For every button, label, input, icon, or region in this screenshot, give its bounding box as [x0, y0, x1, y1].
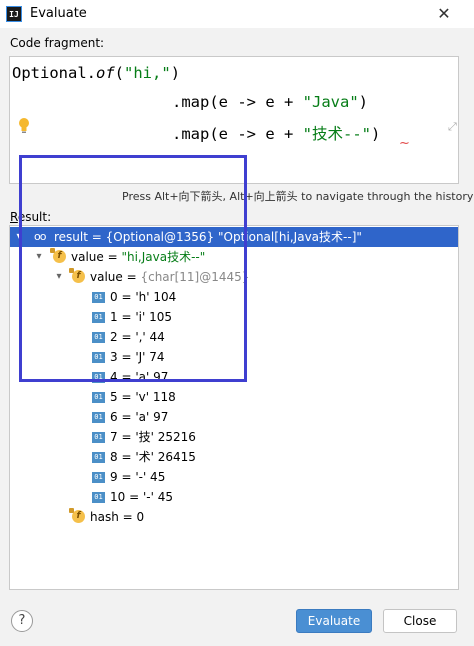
primitive-icon: 01 — [92, 412, 105, 423]
array-item-label: 5 = 'v' 118 — [110, 390, 176, 404]
array-item-row[interactable]: 01 6 = 'a' 97 — [10, 407, 458, 427]
primitive-icon: 01 — [92, 492, 105, 503]
array-item-row[interactable]: 01 8 = '术' 26415 — [10, 447, 458, 467]
array-item-row[interactable]: 01 2 = ',' 44 — [10, 327, 458, 347]
lock-icon — [50, 248, 55, 253]
array-item-label: 7 = '技' 25216 — [110, 430, 196, 444]
array-item-label: 6 = 'a' 97 — [110, 410, 169, 424]
primitive-icon: 01 — [92, 332, 105, 343]
window-close-icon[interactable]: ✕ — [432, 2, 456, 26]
root-value-label: result = {Optional@1356} "Optional[hi,Ja… — [54, 230, 362, 244]
history-hint: Press Alt+向下箭头, Alt+向上箭头 to navigate thr… — [122, 190, 474, 203]
array-field-label: value = {char[11]@1445} — [90, 270, 250, 284]
array-item-label: 0 = 'h' 104 — [110, 290, 177, 304]
title-bar: IJ Evaluate ✕ — [0, 0, 474, 28]
array-item-row[interactable]: 01 3 = 'J' 74 — [10, 347, 458, 367]
intellij-app-icon: IJ — [6, 6, 22, 22]
array-item-row[interactable]: 01 4 = 'a' 97 — [10, 367, 458, 387]
tree-row-value-string[interactable]: ▾ f value = "hi,Java技术--" — [10, 247, 458, 267]
array-item-row[interactable]: 01 1 = 'i' 105 — [10, 307, 458, 327]
lock-icon — [69, 508, 74, 513]
array-item-label: 8 = '术' 26415 — [110, 450, 196, 464]
primitive-icon: 01 — [92, 292, 105, 303]
primitive-icon: 01 — [92, 352, 105, 363]
code-line-2: .map(e -> e + "Java") — [172, 93, 368, 111]
tree-row-value-array[interactable]: ▾ f value = {char[11]@1445} — [10, 267, 458, 287]
primitive-icon: 01 — [92, 432, 105, 443]
code-line-3: .map(e -> e + "技术--") — [172, 125, 381, 143]
array-item-row[interactable]: 01 0 = 'h' 104 — [10, 287, 458, 307]
lightbulb-icon[interactable] — [17, 117, 31, 135]
collapse-arrow-icon[interactable]: ▾ — [54, 267, 64, 287]
array-item-row[interactable]: 01 9 = '-' 45 — [10, 467, 458, 487]
error-squiggle-icon: ~ — [399, 136, 410, 151]
primitive-icon: 01 — [92, 392, 105, 403]
array-item-label: 4 = 'a' 97 — [110, 370, 169, 384]
result-tree[interactable]: ▾ oo result = {Optional@1356} "Optional[… — [9, 225, 459, 590]
window-title: Evaluate — [30, 6, 87, 21]
watch-glasses-icon: oo — [34, 230, 47, 243]
tree-row-hash[interactable]: f hash = 0 — [10, 507, 458, 527]
array-item-row[interactable]: 01 7 = '技' 25216 — [10, 427, 458, 447]
field-icon: f — [69, 508, 85, 523]
help-button[interactable]: ? — [11, 610, 33, 632]
code-fragment-label: Code fragment: — [10, 36, 105, 50]
primitive-icon: 01 — [92, 452, 105, 463]
lock-icon — [69, 268, 74, 273]
collapse-arrow-icon[interactable]: ▾ — [34, 247, 44, 267]
field-icon: f — [69, 268, 85, 283]
array-item-row[interactable]: 01 5 = 'v' 118 — [10, 387, 458, 407]
array-item-row[interactable]: 01 10 = '-' 45 — [10, 487, 458, 507]
collapse-arrow-icon[interactable]: ▾ — [14, 227, 24, 247]
code-editor[interactable]: Optional.of("hi,") .map(e -> e + "Java")… — [9, 56, 459, 184]
evaluate-button[interactable]: Evaluate — [296, 609, 372, 633]
code-line-1: Optional.of("hi,") — [12, 64, 181, 82]
array-item-label: 2 = ',' 44 — [110, 330, 165, 344]
tree-row-root[interactable]: ▾ oo result = {Optional@1356} "Optional[… — [10, 227, 458, 247]
expand-editor-icon[interactable]: ⤢ — [448, 121, 460, 133]
primitive-icon: 01 — [92, 312, 105, 323]
field-icon: f — [50, 248, 66, 263]
primitive-icon: 01 — [92, 372, 105, 383]
array-item-label: 10 = '-' 45 — [110, 490, 173, 504]
close-button[interactable]: Close — [383, 609, 457, 633]
result-label: Result: — [10, 210, 52, 224]
array-item-label: 1 = 'i' 105 — [110, 310, 172, 324]
value-field-label: value = "hi,Java技术--" — [71, 250, 206, 264]
array-item-label: 3 = 'J' 74 — [110, 350, 165, 364]
hash-field-label: hash = 0 — [90, 510, 145, 524]
array-item-label: 9 = '-' 45 — [110, 470, 166, 484]
primitive-icon: 01 — [92, 472, 105, 483]
